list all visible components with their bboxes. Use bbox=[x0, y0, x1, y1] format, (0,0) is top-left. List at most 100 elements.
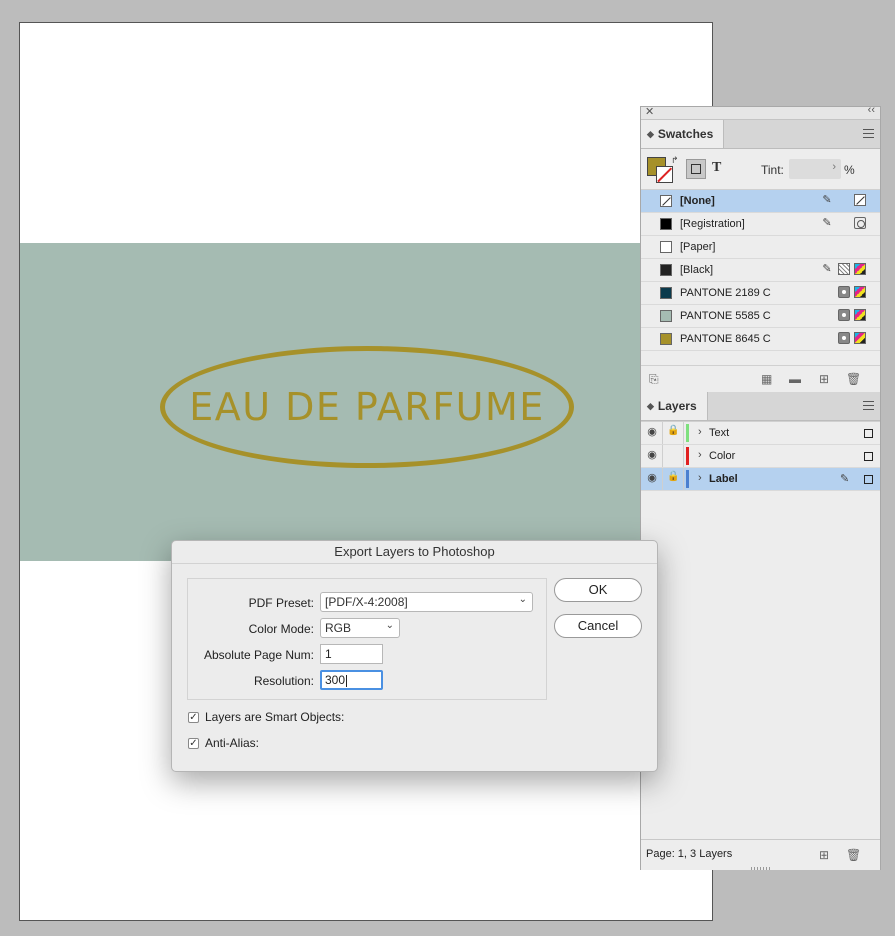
label-text: EAU DE PARFUME bbox=[189, 385, 545, 429]
color-mode-select[interactable]: RGB ⌄ bbox=[320, 618, 400, 638]
cmyk-icon bbox=[854, 309, 866, 321]
format-text-icon[interactable]: T bbox=[712, 160, 721, 176]
eye-icon[interactable]: ◉ bbox=[645, 448, 659, 461]
spot-color-icon bbox=[838, 286, 850, 298]
swatch-row[interactable]: [Paper] bbox=[641, 236, 880, 259]
spot-color-icon bbox=[838, 332, 850, 344]
new-layer-icon[interactable]: ⊞ bbox=[819, 848, 829, 862]
updown-icon: ◆ bbox=[647, 128, 654, 139]
swatch-name: PANTONE 5585 C bbox=[680, 310, 771, 322]
eye-icon[interactable]: ◉ bbox=[645, 425, 659, 438]
no-edit-icon: ✎ bbox=[822, 217, 832, 229]
resolution-label: Resolution: bbox=[253, 674, 314, 688]
stroke-swatch-icon[interactable] bbox=[656, 166, 673, 183]
text-cursor bbox=[346, 674, 348, 687]
column-divider bbox=[662, 422, 663, 444]
trash-icon[interactable]: 🗑 bbox=[846, 372, 861, 386]
chevron-down-icon: ⌄ bbox=[385, 620, 394, 631]
folder-icon[interactable]: ▬ bbox=[789, 372, 801, 386]
swatch-row[interactable]: PANTONE 8645 C bbox=[641, 328, 880, 351]
layers-tabbar: ◆ Layers bbox=[641, 392, 880, 421]
layer-color-bar bbox=[686, 424, 689, 442]
chevron-right-icon[interactable]: › bbox=[698, 472, 702, 484]
swatch-chip bbox=[660, 310, 672, 322]
swatch-name: [None] bbox=[680, 195, 715, 207]
updown-icon: ◆ bbox=[647, 400, 654, 411]
none-type-icon bbox=[854, 194, 866, 206]
swatch-chip bbox=[660, 241, 672, 253]
swatch-row[interactable]: PANTONE 2189 C bbox=[641, 282, 880, 305]
registration-icon bbox=[854, 217, 866, 229]
none-swatch-icon bbox=[660, 195, 672, 207]
swatch-chip bbox=[660, 333, 672, 345]
no-edit-icon: ✎ bbox=[822, 194, 832, 206]
close-icon[interactable]: ✕ bbox=[645, 105, 654, 118]
column-divider bbox=[662, 468, 663, 490]
chevron-right-icon[interactable]: › bbox=[698, 426, 702, 438]
cancel-button[interactable]: Cancel bbox=[554, 614, 642, 638]
smart-objects-label: Layers are Smart Objects: bbox=[205, 710, 345, 724]
page-num-input[interactable]: 1 bbox=[320, 644, 383, 664]
tint-label: Tint: bbox=[761, 163, 784, 177]
panel-topbar: ✕ ‹‹ bbox=[641, 104, 880, 120]
page-num-label: Absolute Page Num: bbox=[203, 648, 314, 662]
pdf-preset-value: [PDF/X-4:2008] bbox=[325, 595, 408, 609]
swatch-chip bbox=[660, 218, 672, 230]
chevron-right-icon[interactable]: › bbox=[698, 449, 702, 461]
options-group: PDF Preset: [PDF/X-4:2008] ⌄ Color Mode:… bbox=[187, 578, 547, 700]
export-layers-dialog: Export Layers to Photoshop PDF Preset: [… bbox=[171, 540, 658, 772]
ok-button[interactable]: OK bbox=[554, 578, 642, 602]
lock-icon[interactable]: 🔒 bbox=[667, 471, 679, 482]
resolution-value: 300 bbox=[325, 673, 346, 687]
swatch-row[interactable]: [None] ✎ bbox=[641, 190, 880, 213]
layer-list: ◉ 🔒 › Text ◉ › Color ◉ 🔒 › Label ✎ bbox=[641, 421, 880, 491]
select-square-icon[interactable] bbox=[864, 475, 873, 484]
fill-stroke-widget[interactable]: ↱ bbox=[647, 155, 679, 183]
pdf-preset-select[interactable]: [PDF/X-4:2008] ⌄ bbox=[320, 592, 533, 612]
layers-menu-icon[interactable] bbox=[863, 401, 874, 413]
tab-swatches[interactable]: ◆ Swatches bbox=[641, 120, 725, 148]
resolution-input[interactable]: 300 bbox=[320, 670, 383, 690]
swatch-row[interactable]: [Registration] ✎ bbox=[641, 213, 880, 236]
layers-footer: Page: 1, 3 Layers ⊞ 🗑 bbox=[641, 839, 880, 870]
layer-row[interactable]: ◉ 🔒 › Text bbox=[641, 422, 880, 445]
resize-grip[interactable] bbox=[751, 867, 771, 870]
color-mode-label: Color Mode: bbox=[248, 622, 314, 636]
chevron-right-icon[interactable]: › bbox=[832, 161, 836, 173]
swap-icon[interactable]: ↱ bbox=[671, 155, 679, 166]
layer-name: Label bbox=[709, 473, 738, 485]
smart-objects-checkbox[interactable]: ✓ bbox=[188, 712, 199, 723]
swatch-name: [Paper] bbox=[680, 241, 716, 253]
color-mode-value: RGB bbox=[325, 621, 352, 635]
swatches-tabbar: ◆ Swatches bbox=[641, 120, 880, 149]
process-color-icon bbox=[838, 263, 850, 275]
format-container-icon[interactable] bbox=[686, 159, 706, 179]
trash-icon[interactable]: 🗑 bbox=[846, 848, 861, 862]
select-square-icon[interactable] bbox=[864, 452, 873, 461]
tab-layers[interactable]: ◆ Layers bbox=[641, 392, 708, 420]
column-divider bbox=[683, 445, 684, 467]
swatch-toolbar: ↱ T Tint: › % bbox=[641, 149, 880, 189]
column-divider bbox=[683, 468, 684, 490]
swatch-list: [None] ✎ [Registration] ✎ [Paper] [Black… bbox=[641, 189, 880, 351]
layers-status: Page: 1, 3 Layers bbox=[646, 848, 733, 860]
swatches-menu-icon[interactable] bbox=[863, 129, 874, 141]
select-square-icon[interactable] bbox=[864, 429, 873, 438]
swatch-row[interactable]: [Black] ✎ bbox=[641, 259, 880, 282]
no-edit-icon: ✎ bbox=[822, 263, 832, 275]
lock-icon[interactable]: 🔒 bbox=[667, 425, 679, 436]
anti-alias-checkbox[interactable]: ✓ bbox=[188, 738, 199, 749]
document-page: EAU DE PARFUME bbox=[19, 22, 713, 921]
eye-icon[interactable]: ◉ bbox=[645, 471, 659, 484]
layer-row[interactable]: ◉ 🔒 › Label ✎ bbox=[641, 468, 880, 491]
swatch-name: [Black] bbox=[680, 264, 714, 276]
new-swatch-icon[interactable]: ⊞ bbox=[819, 372, 829, 386]
color-group-icon[interactable]: ▦ bbox=[761, 372, 772, 386]
layer-color-bar bbox=[686, 470, 689, 488]
swatch-import-icon[interactable]: ⎘ bbox=[649, 372, 659, 387]
tint-input[interactable]: › bbox=[789, 159, 841, 179]
swatch-row[interactable]: PANTONE 5585 C bbox=[641, 305, 880, 328]
double-chevron-icon[interactable]: ‹‹ bbox=[868, 104, 875, 116]
swatch-chip bbox=[660, 287, 672, 299]
layer-row[interactable]: ◉ › Color bbox=[641, 445, 880, 468]
